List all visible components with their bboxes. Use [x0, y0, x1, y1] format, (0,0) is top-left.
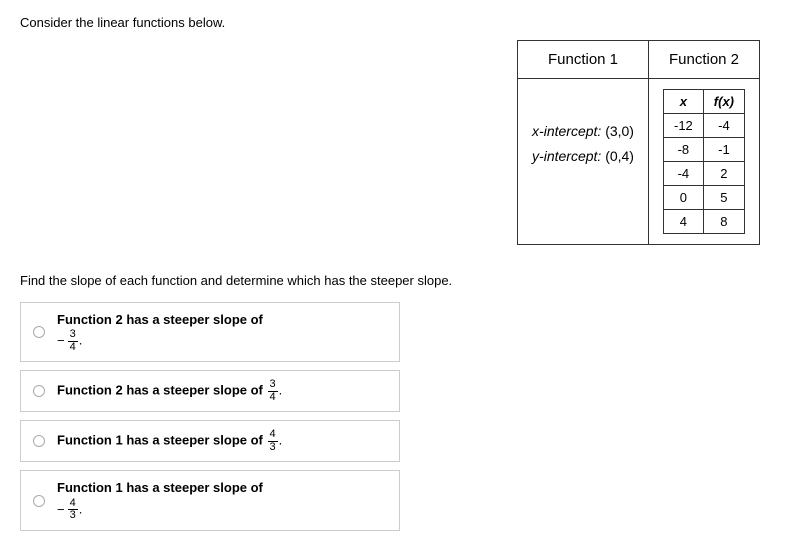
table-row: 05 [663, 186, 744, 210]
xintercept-label: x-intercept: [532, 123, 601, 139]
radio-icon [33, 326, 45, 338]
question-text: Find the slope of each function and dete… [20, 273, 780, 288]
radio-icon [33, 385, 45, 397]
table-row: 48 [663, 210, 744, 234]
yintercept-label: y-intercept: [532, 148, 601, 164]
xintercept-value: (3,0) [605, 123, 634, 139]
value-table-head-fx: f(x) [703, 90, 744, 114]
value-table: x f(x) -12-4 -8-1 -42 05 48 [663, 89, 745, 234]
table-row: -8-1 [663, 138, 744, 162]
table-header-func1: Function 1 [518, 41, 649, 79]
option-1-text: Function 2 has a steeper slope of −34. [57, 311, 263, 353]
option-3[interactable]: Function 1 has a steeper slope of 43. [20, 420, 400, 462]
function1-cell: x-intercept: (3,0) y-intercept: (0,4) [518, 79, 649, 245]
table-row: -12-4 [663, 114, 744, 138]
options-list: Function 2 has a steeper slope of −34. F… [20, 302, 780, 531]
option-2-text: Function 2 has a steeper slope of 34. [57, 379, 282, 403]
option-2[interactable]: Function 2 has a steeper slope of 34. [20, 370, 400, 412]
radio-icon [33, 435, 45, 447]
option-4-text: Function 1 has a steeper slope of −43. [57, 479, 263, 521]
option-3-text: Function 1 has a steeper slope of 43. [57, 429, 282, 453]
option-4[interactable]: Function 1 has a steeper slope of −43. [20, 470, 400, 530]
table-row: -42 [663, 162, 744, 186]
function2-cell: x f(x) -12-4 -8-1 -42 05 48 [648, 79, 759, 245]
yintercept-value: (0,4) [605, 148, 634, 164]
prompt-text: Consider the linear functions below. [20, 15, 780, 30]
radio-icon [33, 495, 45, 507]
option-1[interactable]: Function 2 has a steeper slope of −34. [20, 302, 400, 362]
table-header-func2: Function 2 [648, 41, 759, 79]
value-table-head-x: x [663, 90, 703, 114]
functions-table: Function 1 Function 2 x-intercept: (3,0)… [517, 40, 760, 245]
